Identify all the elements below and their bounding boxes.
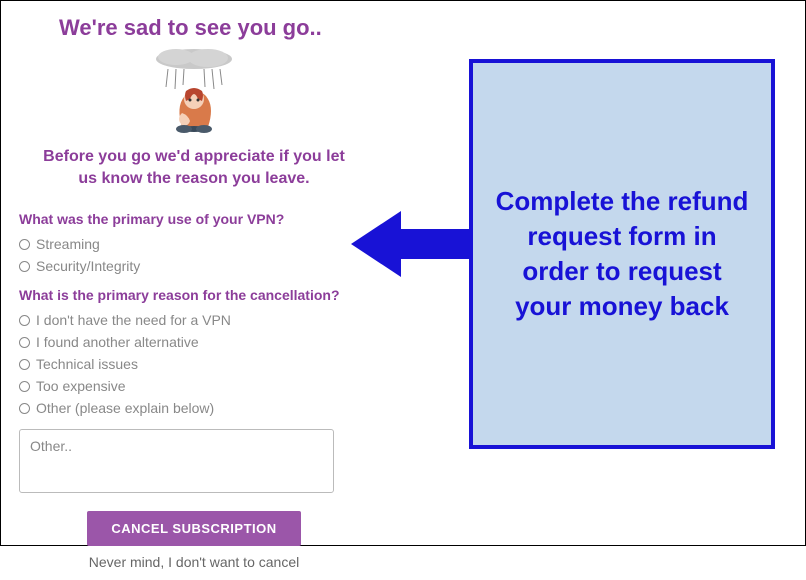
page-title: We're sad to see you go.. bbox=[59, 15, 369, 41]
radio-icon bbox=[19, 337, 30, 348]
sad-illustration bbox=[19, 47, 369, 138]
option-technical[interactable]: Technical issues bbox=[19, 353, 369, 375]
option-alternative[interactable]: I found another alternative bbox=[19, 331, 369, 353]
annotation-callout: Complete the refund request form in orde… bbox=[469, 59, 775, 449]
cancel-form: We're sad to see you go.. Before you go … bbox=[1, 1, 381, 580]
cancel-subscription-button[interactable]: CANCEL SUBSCRIPTION bbox=[87, 511, 300, 546]
other-textarea[interactable]: Other.. bbox=[19, 429, 334, 493]
radio-icon bbox=[19, 359, 30, 370]
option-no-need[interactable]: I don't have the need for a VPN bbox=[19, 309, 369, 331]
option-expensive[interactable]: Too expensive bbox=[19, 375, 369, 397]
radio-icon bbox=[19, 261, 30, 272]
option-streaming[interactable]: Streaming bbox=[19, 233, 369, 255]
option-label: Security/Integrity bbox=[36, 258, 140, 274]
question-1-options: Streaming Security/Integrity bbox=[19, 233, 369, 277]
option-security[interactable]: Security/Integrity bbox=[19, 255, 369, 277]
option-label: Technical issues bbox=[36, 356, 138, 372]
callout-text: Complete the refund request form in orde… bbox=[491, 184, 753, 324]
question-2-label: What is the primary reason for the cance… bbox=[19, 287, 369, 303]
question-1-label: What was the primary use of your VPN? bbox=[19, 211, 369, 227]
option-label: Other (please explain below) bbox=[36, 400, 214, 416]
option-label: Too expensive bbox=[36, 378, 126, 394]
radio-icon bbox=[19, 381, 30, 392]
option-label: I don't have the need for a VPN bbox=[36, 312, 231, 328]
radio-icon bbox=[19, 239, 30, 250]
question-2-options: I don't have the need for a VPN I found … bbox=[19, 309, 369, 419]
arrow-left-icon bbox=[351, 209, 481, 279]
option-label: I found another alternative bbox=[36, 334, 199, 350]
option-label: Streaming bbox=[36, 236, 100, 252]
radio-icon bbox=[19, 403, 30, 414]
radio-icon bbox=[19, 315, 30, 326]
nevermind-link[interactable]: Never mind, I don't want to cancel bbox=[19, 554, 369, 570]
option-other[interactable]: Other (please explain below) bbox=[19, 397, 369, 419]
subtitle: Before you go we'd appreciate if you let… bbox=[19, 146, 369, 201]
